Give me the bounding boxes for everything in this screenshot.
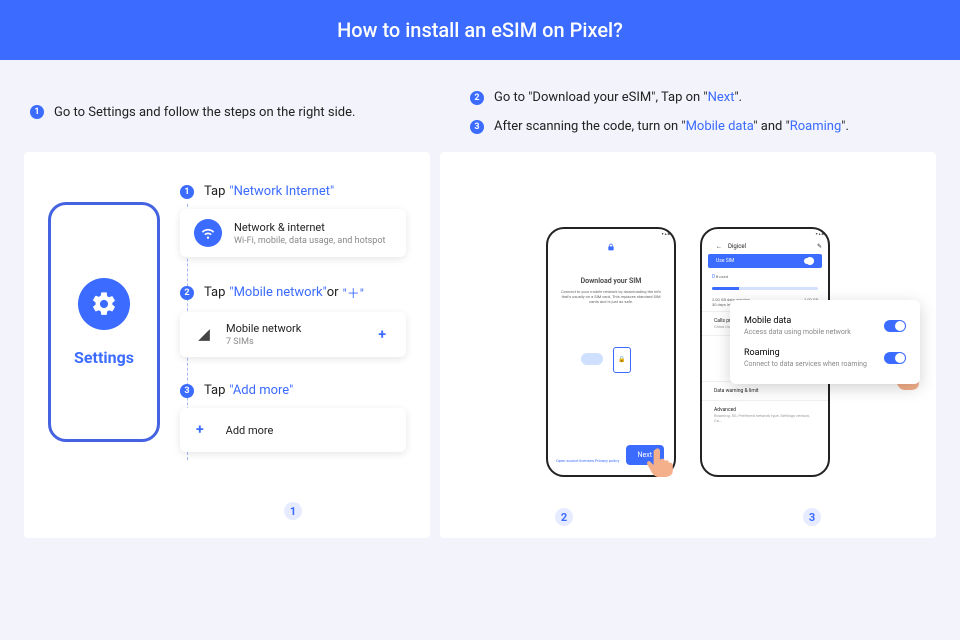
- back-arrow-icon: ←: [716, 243, 722, 250]
- next-button[interactable]: Next: [626, 445, 664, 465]
- intro-step-2: 2 Go to "Download your eSIM", Tap on "Ne…: [470, 90, 930, 105]
- use-sim-toggle-row[interactable]: Use SIM: [708, 254, 822, 268]
- step3-hl: "Add more": [229, 383, 293, 398]
- card2-sub: 7 SIMs: [226, 337, 301, 347]
- gear-icon: [78, 278, 130, 330]
- data-usage-bar: [712, 287, 818, 290]
- cellular-icon: [194, 325, 214, 345]
- card1-sub: Wi-Fi, mobile, data usage, and hotspot: [234, 236, 385, 246]
- privacy-links: Open source licenses Privacy policy: [556, 458, 619, 463]
- intro-step-3: 3 After scanning the code, turn on "Mobi…: [470, 119, 930, 134]
- step2-prefix: Tap: [204, 285, 225, 300]
- download-sim-title: Download your SIM: [548, 277, 674, 285]
- intro-3-link1: Mobile data: [686, 119, 754, 134]
- status-bar-icon: ▾ ▴ ■: [702, 229, 828, 237]
- step2-mid: or: [327, 285, 339, 300]
- card1-title: Network & internet: [234, 221, 385, 234]
- step3-prefix: Tap: [204, 383, 225, 398]
- intro-step-1: 1 Go to Settings and follow the steps on…: [30, 105, 355, 120]
- add-more-row[interactable]: + Add more: [180, 408, 406, 452]
- bullet-2-icon: 2: [470, 91, 484, 105]
- status-bar-icon: ▾ ▴ ■: [548, 229, 674, 237]
- intro-3a: After scanning the code, turn on ": [494, 119, 686, 134]
- lock-icon: [548, 243, 674, 253]
- page-title: How to install an eSIM on Pixel?: [0, 0, 960, 60]
- quota-used-unit: B used: [716, 274, 728, 279]
- step1-num-icon: 1: [180, 185, 194, 199]
- download-illustration: 🔒: [581, 339, 641, 379]
- step2-hl-a: "Mobile network": [229, 285, 326, 300]
- carrier-name: Digicel: [728, 243, 746, 250]
- plus-icon: +: [196, 422, 204, 438]
- toggles-overlay: Mobile data Access data using mobile net…: [730, 300, 920, 384]
- settings-phone-mock: Settings: [48, 202, 160, 442]
- toggle-on-icon: [804, 258, 814, 264]
- panel2-footer-num: 2: [555, 508, 573, 526]
- intro-row: 1 Go to Settings and follow the steps on…: [0, 60, 960, 152]
- intro-3-link2: Roaming: [790, 119, 842, 134]
- mobile-data-toggle[interactable]: [884, 320, 906, 332]
- step1-hl: "Network Internet": [229, 184, 334, 199]
- intro-2a: Go to "Download your eSIM", Tap on ": [494, 90, 708, 105]
- bullet-1-icon: 1: [30, 105, 44, 119]
- mobile-data-sub: Access data using mobile network: [744, 328, 851, 336]
- intro-2b: ".: [734, 90, 742, 105]
- card3-title: Add more: [226, 424, 274, 437]
- edit-icon: ✎: [817, 243, 822, 250]
- intro-3m: " and ": [753, 119, 789, 134]
- mobile-data-title: Mobile data: [744, 316, 851, 326]
- panel-phones: ▾ ▴ ■ Download your SIM Connect to your …: [440, 152, 936, 538]
- roaming-title: Roaming: [744, 348, 867, 358]
- network-internet-row[interactable]: Network & internet Wi-Fi, mobile, data u…: [180, 209, 406, 257]
- panel3-footer-num: 3: [803, 508, 821, 526]
- card2-title: Mobile network: [226, 322, 301, 335]
- roaming-sub: Connect to data services when roaming: [744, 360, 867, 368]
- mobile-data-row[interactable]: Mobile data Access data using mobile net…: [744, 310, 906, 342]
- panel-steps: Settings 1 Tap "Network Internet" Network…: [24, 152, 430, 538]
- roaming-toggle[interactable]: [884, 352, 906, 364]
- step1-prefix: Tap: [204, 184, 225, 199]
- roaming-row[interactable]: Roaming Connect to data services when ro…: [744, 342, 906, 374]
- intro-3b: ".: [841, 119, 849, 134]
- quota-used-num: 0: [712, 274, 715, 280]
- intro-2-link: Next: [708, 90, 735, 105]
- mobile-network-row[interactable]: Mobile network 7 SIMs +: [180, 312, 406, 357]
- step3-num-icon: 3: [180, 384, 194, 398]
- intro-text-1: Go to Settings and follow the steps on t…: [54, 105, 355, 120]
- step2-hl-b: "＋": [343, 283, 364, 302]
- settings-label: Settings: [74, 348, 134, 367]
- bullet-3-icon: 3: [470, 120, 484, 134]
- download-sim-phone: ▾ ▴ ■ Download your SIM Connect to your …: [546, 227, 676, 477]
- advanced-row[interactable]: AdvancedRoaming, 5G, Preferred network t…: [702, 400, 828, 429]
- wifi-icon: [194, 219, 222, 247]
- add-network-button[interactable]: +: [372, 327, 392, 343]
- download-sim-sub: Connect to your mobile network by downlo…: [548, 285, 674, 309]
- panel1-footer-num: 1: [180, 502, 406, 520]
- step2-num-icon: 2: [180, 286, 194, 300]
